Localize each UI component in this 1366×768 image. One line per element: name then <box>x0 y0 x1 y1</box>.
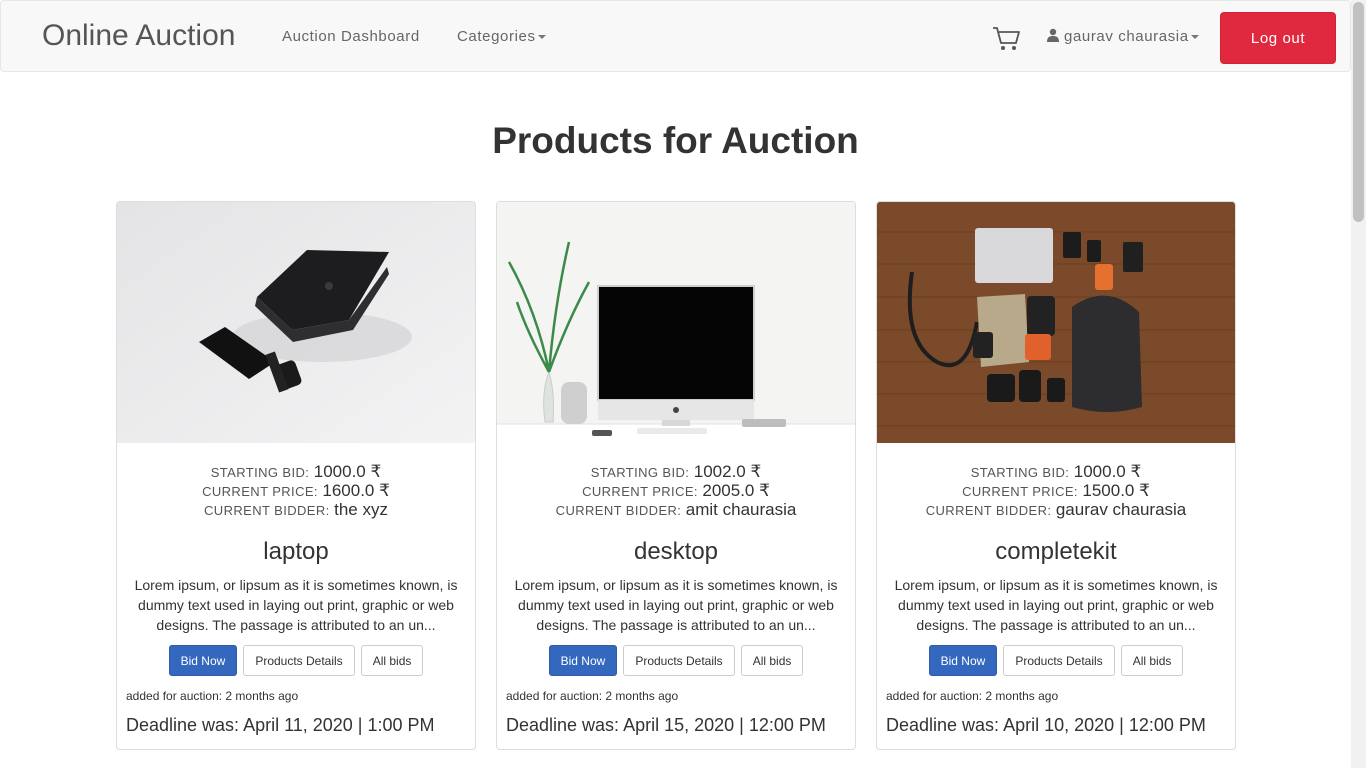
nav-categories-dropdown[interactable]: Categories <box>457 27 546 47</box>
product-image-laptop[interactable] <box>117 202 475 443</box>
logout-button[interactable]: Log out <box>1220 12 1336 64</box>
all-bids-button[interactable]: All bids <box>1120 645 1184 676</box>
chevron-down-icon <box>1190 35 1199 40</box>
product-details-button[interactable]: Products Details <box>243 645 355 676</box>
product-details-button[interactable]: Products Details <box>1003 645 1115 676</box>
product-image-completekit[interactable] <box>877 202 1235 443</box>
starting-bid-value: 1002.0 ₹ <box>693 462 762 481</box>
nav-categories-label: Categories <box>457 28 536 45</box>
product-name: completekit <box>995 538 1117 565</box>
product-card-desktop: STARTING BID: 1002.0 ₹ CURRENT PRICE: 20… <box>496 201 856 750</box>
current-price: CURRENT PRICE: 1500.0 ₹ <box>877 481 1235 501</box>
current-price-value: 2005.0 ₹ <box>702 481 770 500</box>
current-price: CURRENT PRICE: 1600.0 ₹ <box>117 481 475 501</box>
product-description: Lorem ipsum, or lipsum as it is sometime… <box>894 577 1218 633</box>
starting-bid: STARTING BID: 1000.0 ₹ <box>117 462 475 482</box>
user-name: gaurav chaurasia <box>1064 28 1189 45</box>
card-actions: Bid Now Products Details All bids <box>117 645 475 676</box>
user-menu-dropdown[interactable]: gaurav chaurasia <box>1047 27 1199 47</box>
current-price-label: CURRENT PRICE: <box>202 484 318 499</box>
added-time: added for auction: 2 months ago <box>506 689 679 703</box>
current-bidder-label: CURRENT BIDDER: <box>555 503 682 518</box>
current-price: CURRENT PRICE: 2005.0 ₹ <box>497 481 855 501</box>
user-icon <box>1047 28 1059 42</box>
product-description: Lorem ipsum, or lipsum as it is sometime… <box>134 577 458 633</box>
product-card-laptop: STARTING BID: 1000.0 ₹ CURRENT PRICE: 16… <box>116 201 476 750</box>
current-bidder-value: gaurav chaurasia <box>1055 500 1187 519</box>
deadline: Deadline was: April 11, 2020 | 1:00 PM <box>126 715 435 735</box>
deadline: Deadline was: April 15, 2020 | 12:00 PM <box>506 715 826 735</box>
starting-bid: STARTING BID: 1000.0 ₹ <box>877 462 1235 482</box>
brand-logo[interactable]: Online Auction <box>42 19 235 53</box>
current-price-value: 1500.0 ₹ <box>1082 481 1150 500</box>
current-price-label: CURRENT PRICE: <box>962 484 1078 499</box>
starting-bid-value: 1000.0 ₹ <box>313 462 382 481</box>
current-bidder-label: CURRENT BIDDER: <box>925 503 1052 518</box>
added-time: added for auction: 2 months ago <box>886 689 1059 703</box>
starting-bid-value: 1000.0 ₹ <box>1073 462 1142 481</box>
page-title: Products for Auction <box>492 120 859 161</box>
product-name: laptop <box>263 538 329 565</box>
added-time: added for auction: 2 months ago <box>126 689 299 703</box>
all-bids-button[interactable]: All bids <box>740 645 804 676</box>
product-details-button[interactable]: Products Details <box>623 645 735 676</box>
starting-bid-label: STARTING BID: <box>210 465 310 480</box>
cart-icon[interactable] <box>991 23 1021 53</box>
product-name: desktop <box>633 538 719 565</box>
current-bidder: CURRENT BIDDER: gaurav chaurasia <box>877 500 1235 520</box>
current-bidder-value: amit chaurasia <box>685 500 797 519</box>
current-bidder: CURRENT BIDDER: amit chaurasia <box>497 500 855 520</box>
current-bidder-label: CURRENT BIDDER: <box>204 503 330 518</box>
starting-bid: STARTING BID: 1002.0 ₹ <box>497 462 855 482</box>
product-description: Lorem ipsum, or lipsum as it is sometime… <box>514 577 838 633</box>
current-bidder: CURRENT BIDDER: the xyz <box>117 500 475 520</box>
current-price-value: 1600.0 ₹ <box>322 481 390 500</box>
bid-now-button[interactable]: Bid Now <box>548 645 618 676</box>
deadline: Deadline was: April 10, 2020 | 12:00 PM <box>886 715 1206 735</box>
starting-bid-label: STARTING BID: <box>590 465 690 480</box>
current-bidder-value: the xyz <box>334 500 388 519</box>
bid-now-button[interactable]: Bid Now <box>928 645 998 676</box>
card-actions: Bid Now Products Details All bids <box>497 645 855 676</box>
navbar: Online Auction Auction Dashboard Categor… <box>0 0 1351 72</box>
chevron-down-icon <box>537 35 546 40</box>
starting-bid-label: STARTING BID: <box>970 465 1070 480</box>
current-price-label: CURRENT PRICE: <box>582 484 698 499</box>
nav-auction-dashboard[interactable]: Auction Dashboard <box>282 27 420 47</box>
bid-now-button[interactable]: Bid Now <box>168 645 238 676</box>
card-actions: Bid Now Products Details All bids <box>877 645 1235 676</box>
product-image-desktop[interactable] <box>497 202 855 443</box>
scrollbar[interactable] <box>1351 0 1366 768</box>
all-bids-button[interactable]: All bids <box>360 645 424 676</box>
scrollbar-thumb[interactable] <box>1353 2 1364 222</box>
product-card-completekit: STARTING BID: 1000.0 ₹ CURRENT PRICE: 15… <box>876 201 1236 750</box>
